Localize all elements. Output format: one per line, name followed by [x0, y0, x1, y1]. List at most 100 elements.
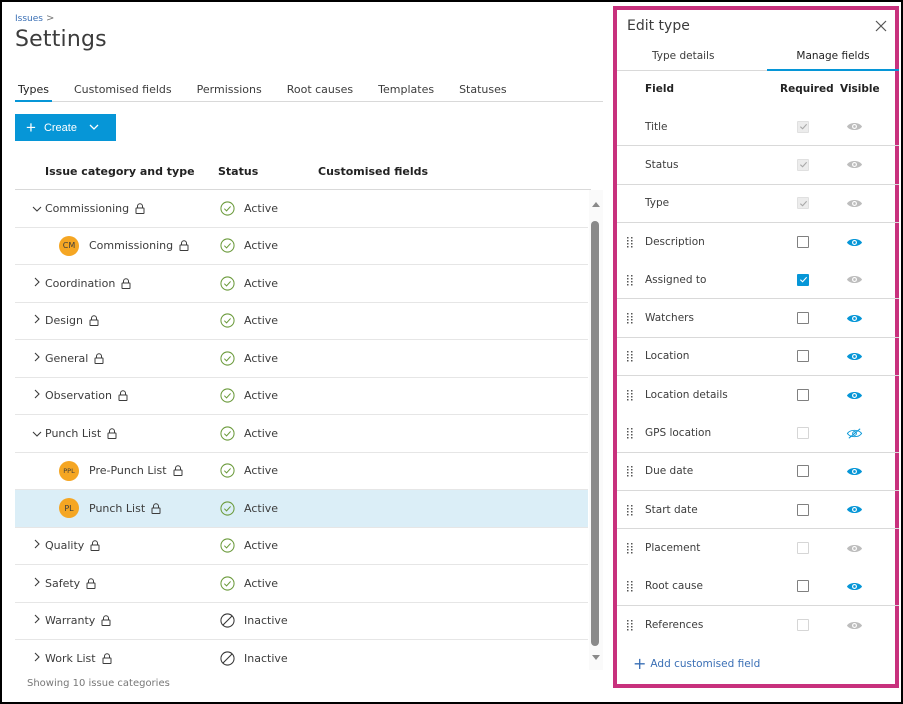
- chevron-right-icon[interactable]: [32, 389, 42, 402]
- drag-handle-icon[interactable]: [626, 465, 634, 477]
- status-label: Active: [244, 426, 279, 440]
- eye-disabled-icon: [846, 620, 863, 631]
- settings-pane: Issues > Settings Types Customised field…: [2, 2, 610, 702]
- drag-handle-icon[interactable]: [626, 274, 634, 286]
- issue-category-row[interactable]: Work List Inactive: [15, 640, 588, 670]
- panel-tabs: Type details Manage fields: [617, 47, 899, 71]
- add-customised-field-link[interactable]: + Add customised field: [633, 656, 760, 672]
- chevron-right-icon[interactable]: [32, 314, 42, 327]
- issue-category-row[interactable]: Design Active: [15, 303, 588, 340]
- issue-name-label: Punch List: [45, 426, 102, 440]
- tab-types[interactable]: Types: [15, 80, 52, 102]
- issue-name: Coordination: [45, 277, 131, 290]
- column-header-name[interactable]: Issue category and type: [45, 165, 195, 178]
- type-avatar: CM: [59, 235, 79, 256]
- required-checkbox[interactable]: [797, 236, 809, 249]
- required-checkbox[interactable]: [797, 503, 809, 516]
- field-name: Root cause: [645, 580, 703, 593]
- required-checkbox: [797, 197, 809, 210]
- drag-handle-icon[interactable]: [626, 580, 634, 592]
- tab-root-causes[interactable]: Root causes: [284, 80, 356, 102]
- issue-type-row[interactable]: CM Commissioning Active: [15, 228, 588, 265]
- lock-icon: [86, 577, 96, 589]
- breadcrumb-issues-link[interactable]: Issues: [15, 14, 43, 24]
- issue-type-row[interactable]: PPL Pre-Punch List Active: [15, 453, 588, 490]
- eye-icon[interactable]: [846, 504, 863, 515]
- drag-handle-icon[interactable]: [626, 389, 634, 401]
- drag-handle-icon[interactable]: [626, 504, 634, 516]
- field-name: GPS location: [645, 427, 712, 440]
- field-row: Assigned to: [617, 261, 899, 300]
- chevron-right-icon[interactable]: [32, 539, 42, 552]
- issue-category-row[interactable]: Quality Active: [15, 528, 588, 565]
- tab-permissions[interactable]: Permissions: [194, 80, 265, 102]
- categories-count: Showing 10 issue categories: [27, 678, 170, 689]
- drag-handle-icon[interactable]: [626, 619, 634, 631]
- eye-icon[interactable]: [846, 237, 863, 248]
- scroll-thumb[interactable]: [591, 221, 599, 646]
- chevron-down-icon[interactable]: [32, 427, 42, 440]
- required-checkbox[interactable]: [797, 580, 809, 593]
- chevron-right-icon[interactable]: [32, 614, 42, 627]
- close-icon[interactable]: [873, 18, 889, 34]
- field-row: GPS location: [617, 414, 899, 453]
- status-label: Inactive: [244, 614, 288, 628]
- required-checkbox[interactable]: [797, 350, 809, 363]
- tab-statuses[interactable]: Statuses: [456, 80, 510, 102]
- tab-type-details[interactable]: Type details: [652, 50, 714, 62]
- column-header-status[interactable]: Status: [218, 165, 258, 178]
- edit-type-panel: Edit type Type details Manage fields Fie…: [613, 6, 899, 688]
- drag-handle-icon[interactable]: [626, 236, 634, 248]
- column-header-visible: Visible: [840, 83, 880, 95]
- chevron-right-icon[interactable]: [32, 577, 42, 590]
- lock-icon: [94, 352, 104, 364]
- add-customised-field-label: Add customised field: [650, 658, 761, 670]
- status-badge: Active: [220, 388, 278, 403]
- issue-name-label: Observation: [45, 389, 112, 403]
- field-row: Type: [617, 185, 899, 223]
- required-checkbox[interactable]: [797, 312, 809, 325]
- field-row: Root cause: [617, 568, 899, 606]
- issue-category-row[interactable]: General Active: [15, 340, 588, 378]
- chevron-right-icon[interactable]: [32, 352, 42, 365]
- issue-category-row[interactable]: Punch List Active: [15, 415, 588, 453]
- lock-icon: [89, 315, 99, 327]
- required-checkbox[interactable]: [797, 273, 809, 286]
- drag-handle-icon[interactable]: [626, 427, 634, 439]
- drag-handle-icon[interactable]: [626, 542, 634, 554]
- inactive-circle-icon: [220, 613, 235, 628]
- issue-category-row[interactable]: Coordination Active: [15, 265, 588, 303]
- chevron-right-icon[interactable]: [32, 277, 42, 290]
- field-name: Description: [645, 236, 705, 249]
- chevron-right-icon[interactable]: [32, 652, 42, 665]
- field-row: Watchers: [617, 299, 899, 338]
- eye-off-icon[interactable]: [846, 427, 863, 439]
- chevron-down-icon: [89, 122, 99, 133]
- issue-name: Safety: [45, 577, 96, 590]
- drag-handle-icon[interactable]: [626, 350, 634, 362]
- eye-icon[interactable]: [846, 351, 863, 362]
- issue-category-row[interactable]: Warranty Inactive: [15, 603, 588, 640]
- issue-category-row[interactable]: Commissioning Active: [15, 190, 588, 228]
- eye-icon[interactable]: [846, 390, 863, 401]
- column-header-customised-fields[interactable]: Customised fields: [318, 165, 428, 178]
- tab-customised-fields[interactable]: Customised fields: [71, 80, 175, 102]
- scroll-up-arrow-icon[interactable]: [592, 202, 600, 207]
- issue-type-row[interactable]: PL Punch List Active: [15, 490, 588, 528]
- required-checkbox[interactable]: [797, 465, 809, 478]
- required-checkbox[interactable]: [797, 389, 809, 402]
- eye-icon[interactable]: [846, 466, 863, 477]
- chevron-down-icon[interactable]: [32, 202, 42, 215]
- eye-icon[interactable]: [846, 581, 863, 592]
- tab-manage-fields[interactable]: Manage fields: [767, 47, 899, 71]
- issue-category-row[interactable]: Observation Active: [15, 378, 588, 415]
- required-checkbox: [797, 158, 809, 171]
- create-button[interactable]: + Create: [15, 114, 116, 141]
- table-scrollbar[interactable]: [589, 190, 603, 670]
- scroll-down-arrow-icon[interactable]: [592, 655, 600, 660]
- drag-handle-icon[interactable]: [626, 312, 634, 324]
- issue-category-row[interactable]: Safety Active: [15, 565, 588, 603]
- lock-icon: [107, 427, 117, 439]
- eye-icon[interactable]: [846, 313, 863, 324]
- tab-templates[interactable]: Templates: [375, 80, 437, 102]
